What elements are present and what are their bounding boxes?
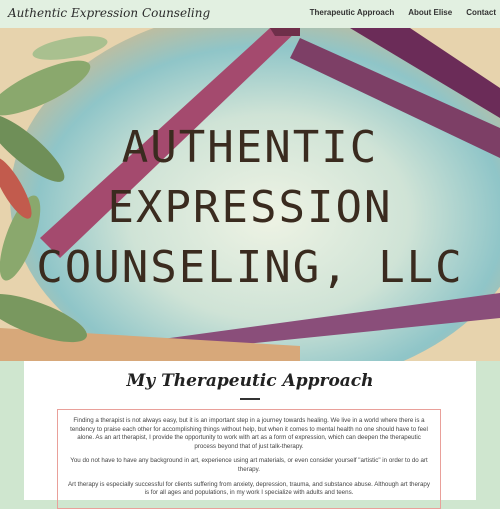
approach-section: My Therapeutic Approach Finding a therap… xyxy=(24,361,476,509)
nav-contact[interactable]: Contact xyxy=(466,8,496,17)
nav-about-elise[interactable]: About Elise xyxy=(408,8,452,17)
site-header: Authentic Expression Counseling Therapeu… xyxy=(0,0,500,29)
site-brand[interactable]: Authentic Expression Counseling xyxy=(8,6,210,20)
main-nav: Therapeutic Approach About Elise Contact xyxy=(310,8,496,17)
title-divider xyxy=(240,398,260,400)
logo-line-2: EXPRESSION xyxy=(107,182,393,233)
section-title: My Therapeutic Approach xyxy=(126,371,374,391)
logo-line-1: AUTHENTIC xyxy=(121,122,379,173)
paragraph-1: Finding a therapist is not always easy, … xyxy=(70,417,428,450)
approach-text-box: Finding a therapist is not always easy, … xyxy=(57,409,441,509)
hero-logo-text: AUTHENTIC EXPRESSION COUNSELING, LLC xyxy=(0,118,500,298)
logo-line-3: COUNSELING, LLC xyxy=(36,242,464,293)
nav-therapeutic-approach[interactable]: Therapeutic Approach xyxy=(310,8,395,17)
paragraph-3: Art therapy is especially successful for… xyxy=(68,480,430,497)
hero-banner: AUTHENTIC EXPRESSION COUNSELING, LLC xyxy=(0,28,500,361)
paragraph-2: You do not have to have any background i… xyxy=(70,457,428,473)
